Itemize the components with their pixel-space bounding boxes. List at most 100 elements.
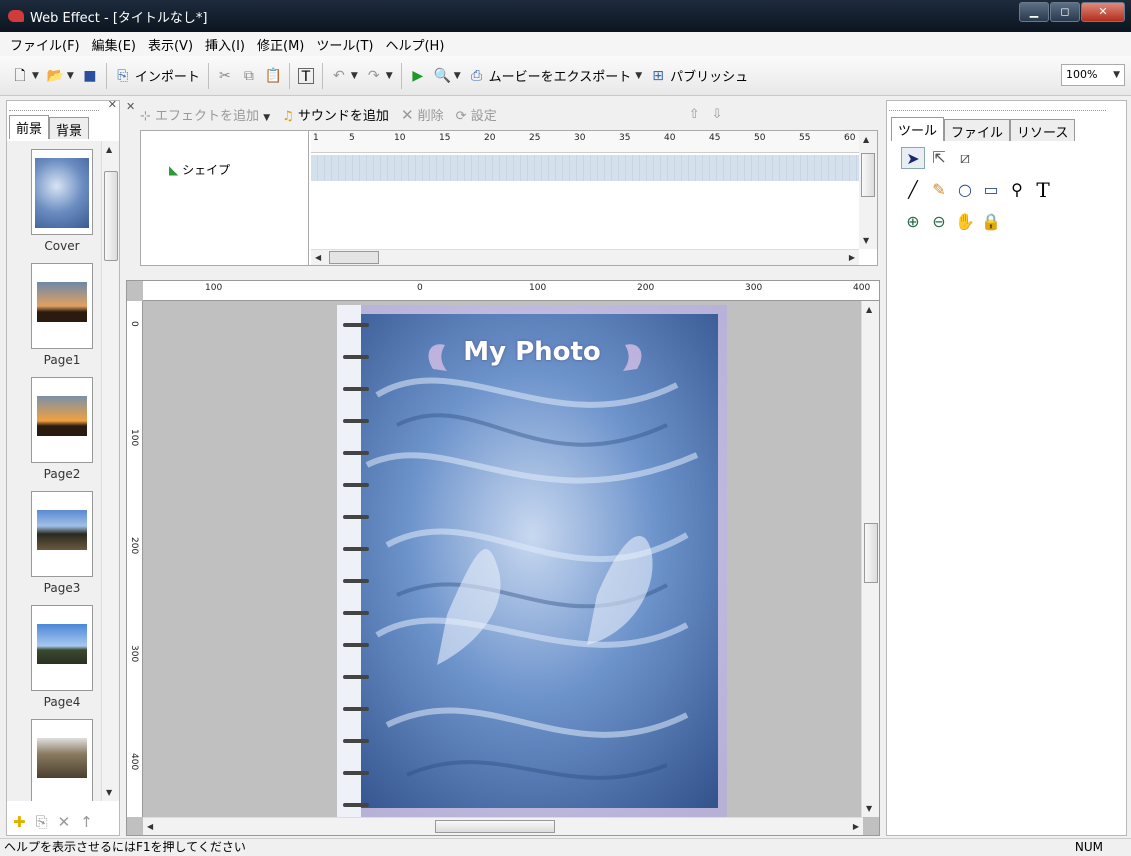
zoom-out-tool-icon[interactable]: ⊖ bbox=[927, 211, 951, 233]
thumbnail-page4[interactable] bbox=[31, 605, 93, 691]
export-movie-button[interactable]: ⎙ ムービーをエクスポート ▼ bbox=[465, 62, 647, 90]
menu-insert[interactable]: 挿入(I) bbox=[199, 35, 251, 54]
scroll-left-icon[interactable]: ◀ bbox=[315, 253, 321, 262]
duplicate-page-icon[interactable]: ⎘ bbox=[36, 813, 48, 831]
hand-tool-icon[interactable]: ✋ bbox=[953, 211, 977, 233]
scroll-down-icon[interactable]: ▼ bbox=[866, 804, 872, 813]
stage-vscrollbar[interactable]: ▲ ▼ bbox=[861, 301, 879, 817]
toolbar-divider bbox=[207, 62, 209, 89]
ellipse-tool-icon[interactable]: ○ bbox=[953, 179, 977, 201]
scrollbar-thumb[interactable] bbox=[435, 820, 555, 833]
panel-grip[interactable] bbox=[9, 101, 99, 111]
tab-foreground[interactable]: 前景 bbox=[9, 115, 50, 139]
scroll-left-icon[interactable]: ◀ bbox=[147, 822, 153, 831]
add-sound-button[interactable]: ♫ サウンドを追加 bbox=[282, 105, 389, 124]
maximize-button[interactable]: ◻ bbox=[1050, 2, 1080, 22]
stage-hscrollbar[interactable]: ◀ ▶ bbox=[143, 817, 863, 835]
close-icon[interactable]: ✕ bbox=[126, 100, 135, 113]
layer-row[interactable]: ◣ シェイプ bbox=[169, 161, 230, 178]
pen-tool-icon[interactable]: ⚲ bbox=[1005, 179, 1029, 201]
undo-icon: ↶ bbox=[332, 67, 345, 84]
window-title: Web Effect - [タイトルなし*] bbox=[30, 10, 208, 26]
menu-help[interactable]: ヘルプ(H) bbox=[379, 35, 450, 54]
frame-ruler-label: 50 bbox=[754, 133, 766, 143]
new-button[interactable]: 🗋 ▼ bbox=[8, 62, 43, 90]
rectangle-tool-icon[interactable]: ▭ bbox=[979, 179, 1003, 201]
scrollbar-thumb[interactable] bbox=[861, 153, 875, 197]
redo-button[interactable]: ↷ ▼ bbox=[362, 62, 397, 90]
publish-button[interactable]: ⊞ パブリッシュ bbox=[646, 62, 752, 90]
scroll-right-icon[interactable]: ▶ bbox=[849, 253, 855, 262]
thumbnail-page3[interactable] bbox=[31, 491, 93, 577]
undo-button[interactable]: ↶ ▼ bbox=[327, 62, 362, 90]
settings-button[interactable]: ⟳ 設定 bbox=[456, 105, 497, 124]
scroll-right-icon[interactable]: ▶ bbox=[853, 822, 859, 831]
tab-resources[interactable]: リソース bbox=[1010, 119, 1076, 141]
scroll-up-icon[interactable]: ▲ bbox=[106, 145, 112, 154]
menu-view[interactable]: 表示(V) bbox=[142, 35, 199, 54]
menu-edit[interactable]: 編集(E) bbox=[86, 35, 142, 54]
copy-button[interactable]: ⧉ bbox=[237, 62, 261, 90]
stage-area: 100 0 100 200 300 400 0 100 200 300 400 bbox=[126, 280, 880, 836]
import-label: インポート bbox=[134, 70, 200, 85]
minimize-button[interactable]: ▁ bbox=[1019, 2, 1049, 22]
tab-background[interactable]: 背景 bbox=[49, 117, 90, 139]
move-up-icon[interactable]: ↑ bbox=[80, 813, 93, 831]
page-canvas[interactable]: My Photo bbox=[337, 305, 727, 817]
scrollbar-thumb[interactable] bbox=[329, 251, 379, 264]
close-icon[interactable]: ✕ bbox=[108, 98, 117, 111]
scroll-down-icon[interactable]: ▼ bbox=[863, 236, 869, 245]
ruler-label: 300 bbox=[129, 645, 139, 663]
lock-tool-icon[interactable]: 🔒 bbox=[979, 211, 1003, 233]
frame-ruler-label: 1 bbox=[313, 133, 319, 143]
timeline-hscrollbar[interactable]: ◀ ▶ bbox=[311, 249, 859, 265]
tab-tools[interactable]: ツール bbox=[891, 117, 945, 141]
scroll-up-icon[interactable]: ▲ bbox=[863, 135, 869, 144]
menu-file[interactable]: ファイル(F) bbox=[4, 35, 86, 54]
frame-ruler-label: 35 bbox=[619, 133, 631, 143]
thumbnail-page5[interactable] bbox=[31, 719, 93, 801]
thumbnail-page2[interactable] bbox=[31, 377, 93, 463]
zoom-select[interactable]: 100% ▼ bbox=[1061, 64, 1125, 86]
menu-tools[interactable]: ツール(T) bbox=[310, 35, 379, 54]
add-page-icon[interactable]: ✚ bbox=[13, 813, 26, 831]
chevron-down-icon: ▼ bbox=[350, 70, 358, 81]
paste-button[interactable]: 📋 bbox=[261, 62, 285, 90]
pencil-tool-icon[interactable]: ✎ bbox=[927, 179, 951, 201]
scrollbar-thumb[interactable] bbox=[864, 523, 878, 583]
tab-files[interactable]: ファイル bbox=[944, 119, 1011, 141]
text-button[interactable]: T bbox=[294, 62, 318, 90]
line-tool-icon[interactable]: ╱ bbox=[901, 179, 925, 201]
save-button[interactable]: ■ bbox=[78, 62, 102, 90]
zoom-in-tool-icon[interactable]: ⊕ bbox=[901, 211, 925, 233]
menu-modify[interactable]: 修正(M) bbox=[251, 35, 310, 54]
thumbnail-page1[interactable] bbox=[31, 263, 93, 349]
move-down-button[interactable]: ⇩ bbox=[712, 107, 723, 122]
close-button[interactable]: ✕ bbox=[1081, 2, 1125, 22]
import-button[interactable]: ⎘ インポート bbox=[111, 62, 204, 90]
add-effect-button[interactable]: ⊹ エフェクトを追加 ▼ bbox=[140, 105, 270, 124]
timeline-vscrollbar[interactable]: ▲ ▼ bbox=[859, 131, 877, 249]
cut-button[interactable]: ✂ bbox=[213, 62, 237, 90]
thumbnail-scrollbar[interactable]: ▲ ▼ bbox=[101, 141, 119, 801]
move-up-button[interactable]: ⇧ bbox=[689, 107, 700, 122]
scrollbar-thumb[interactable] bbox=[104, 171, 118, 261]
thumbnail-cover[interactable] bbox=[31, 149, 93, 235]
canvas-title[interactable]: My Photo bbox=[337, 337, 727, 367]
frame-track[interactable] bbox=[311, 155, 859, 181]
horizontal-ruler: 100 0 100 200 300 400 bbox=[143, 281, 879, 301]
select-tool-icon[interactable]: ➤ bbox=[901, 147, 925, 169]
preview-button[interactable]: 🔍 ▼ bbox=[430, 62, 465, 90]
open-button[interactable]: 📂 ▼ bbox=[43, 62, 78, 90]
ruler-label: 0 bbox=[417, 283, 423, 293]
delete-button[interactable]: ✕ 削除 bbox=[401, 105, 444, 124]
play-button[interactable]: ▶ bbox=[406, 62, 430, 90]
transform-tool-icon[interactable]: ⧄ bbox=[953, 147, 977, 169]
scroll-down-icon[interactable]: ▼ bbox=[106, 788, 112, 797]
shape-layer-icon: ◣ bbox=[169, 163, 179, 177]
panel-grip[interactable] bbox=[889, 101, 1106, 111]
text-tool-icon[interactable]: T bbox=[1031, 179, 1055, 201]
subselect-tool-icon[interactable]: ⇱ bbox=[927, 147, 951, 169]
scroll-up-icon[interactable]: ▲ bbox=[866, 305, 872, 314]
delete-page-icon[interactable]: ✕ bbox=[58, 813, 71, 831]
